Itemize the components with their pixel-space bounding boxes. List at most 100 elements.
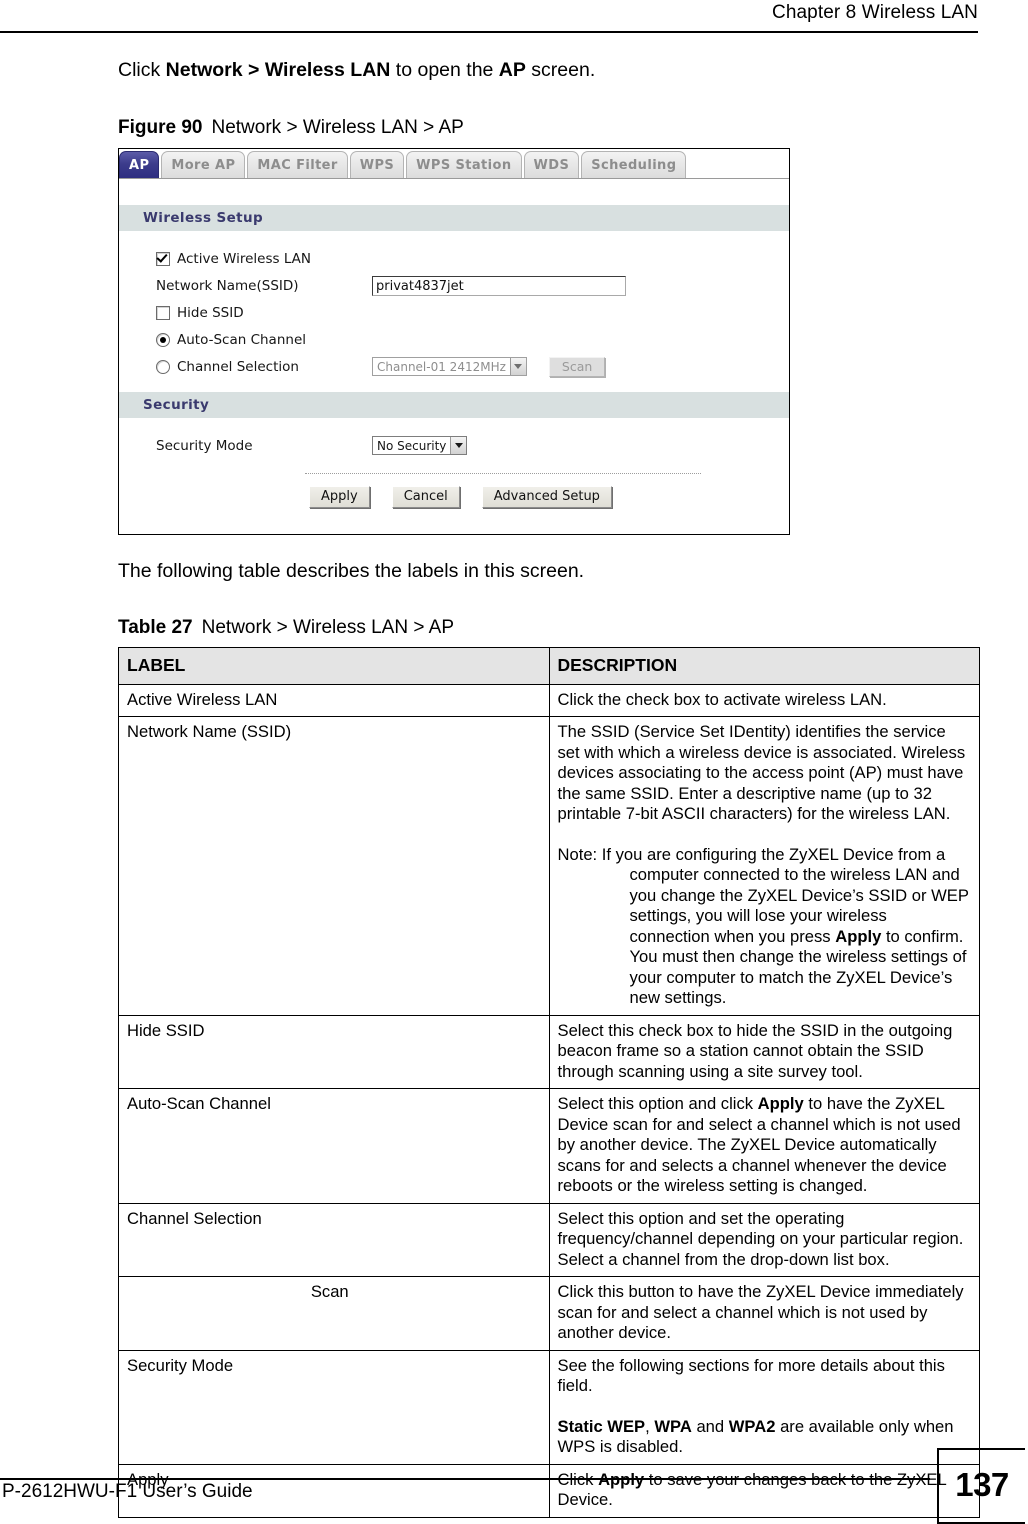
header-divider [0, 31, 978, 33]
ssid-control: privat4837jet [372, 275, 626, 296]
figure-caption: Figure 90 Network > Wireless LAN > AP [118, 117, 980, 139]
bold-wpa: WPA [654, 1416, 692, 1436]
label-description-table: LABEL DESCRIPTION Active Wireless LAN Cl… [118, 647, 980, 1518]
row-description-hide-ssid: Select this check box to hide the SSID i… [548, 1014, 980, 1089]
paragraph: Select this option and set the operating… [557, 1208, 964, 1269]
apply-button[interactable]: Apply [309, 486, 370, 508]
channel-selection-controls: Channel-01 2412MHz Scan [372, 356, 606, 377]
gui-tab-bar: AP More AP MAC Filter WPS WPS Station WD… [119, 149, 789, 179]
paragraph: Select this check box to hide the SSID i… [557, 1020, 953, 1081]
auto-scan-channel-row: Auto-Scan Channel [119, 326, 789, 353]
row-label-channel-selection: Channel Selection [118, 1202, 550, 1277]
table-caption-label: Table 27 [118, 617, 193, 638]
tab-wps-station[interactable]: WPS Station [406, 151, 522, 178]
security-mode-dropdown[interactable]: No Security [372, 436, 468, 455]
table-row: Hide SSID Select this check box to hide … [118, 1014, 980, 1089]
bold-wpa2: WPA2 [728, 1416, 776, 1436]
ssid-label: Network Name(SSID) [156, 277, 299, 294]
intro-paragraph: Click Network > Wireless LAN to open the… [118, 58, 980, 83]
bold-static-wep: Static WEP [557, 1416, 646, 1436]
sep-1: , [645, 1416, 655, 1436]
hide-ssid-field[interactable]: Hide SSID [156, 305, 372, 321]
figure-caption-label: Figure 90 [118, 117, 203, 138]
tab-wps[interactable]: WPS [349, 151, 405, 178]
row-description-scan: Click this button to have the ZyXEL Devi… [548, 1276, 980, 1351]
table-row: Scan Click this button to have the ZyXEL… [118, 1276, 980, 1351]
paragraph: Click the check box to activate wireless… [557, 689, 887, 709]
table-row: Network Name (SSID) The SSID (Service Se… [118, 716, 980, 1016]
table-header-row: LABEL DESCRIPTION [118, 647, 980, 685]
table-caption: Table 27 Network > Wireless LAN > AP [118, 617, 980, 639]
row-label-scan: Scan [118, 1276, 550, 1351]
wireless-setup-section-header: Wireless Setup [119, 205, 789, 231]
active-wireless-lan-field[interactable]: Active Wireless LAN [156, 251, 372, 267]
tab-ap[interactable]: AP [119, 151, 160, 178]
advanced-setup-button[interactable]: Advanced Setup [481, 486, 612, 508]
footer-guide-title: P-2612HWU-F1 User’s Guide [2, 1481, 253, 1502]
row-label-active-wireless-lan: Active Wireless LAN [118, 683, 550, 717]
security-mode-control: No Security [372, 436, 468, 455]
channel-dropdown-value: Channel-01 2412MHz [377, 359, 506, 374]
channel-selection-field[interactable]: Channel Selection [156, 359, 372, 375]
table-row: Auto-Scan Channel Select this option and… [118, 1088, 980, 1204]
sep-2: and [691, 1416, 729, 1436]
gui-button-row: Apply Cancel Advanced Setup [119, 474, 789, 522]
tab-scheduling[interactable]: Scheduling [581, 151, 687, 178]
security-mode-label: Security Mode [156, 437, 253, 454]
router-gui-screenshot: AP More AP MAC Filter WPS WPS Station WD… [118, 148, 790, 535]
hide-ssid-checkbox[interactable] [156, 305, 170, 320]
paragraph: See the following sections for more deta… [557, 1355, 945, 1396]
security-mode-dropdown-value: No Security [377, 438, 447, 453]
bold-apply: Apply [757, 1094, 804, 1113]
row-label-network-name-ssid: Network Name (SSID) [118, 716, 550, 1016]
text-before-bold: Select this option and click [557, 1094, 758, 1113]
page-number-box: 137 [937, 1448, 1025, 1524]
cancel-button[interactable]: Cancel [391, 486, 460, 508]
row-description-security-mode: See the following sections for more deta… [548, 1349, 980, 1465]
intro-screen-name: AP [498, 59, 526, 81]
chevron-down-icon [450, 437, 467, 454]
note-paragraph: Note: If you are configuring the ZyXEL D… [558, 845, 972, 1009]
note-bold-apply: Apply [835, 926, 882, 946]
channel-selection-radio[interactable] [156, 359, 170, 374]
table-caption-text: Network > Wireless LAN > AP [201, 617, 455, 638]
channel-dropdown[interactable]: Channel-01 2412MHz [372, 357, 527, 376]
intro-middle: to open the [390, 59, 499, 81]
chapter-title: Chapter 8 Wireless LAN [772, 2, 978, 23]
paragraph-security-modes: Static WEP, WPA and WPA2 are available o… [558, 1417, 972, 1458]
table-row: Security Mode See the following sections… [118, 1349, 980, 1465]
figure-caption-text: Network > Wireless LAN > AP [211, 117, 464, 138]
row-description-auto-scan-channel: Select this option and click Apply to ha… [548, 1088, 980, 1204]
page-number: 137 [955, 1466, 1009, 1503]
ssid-input[interactable]: privat4837jet [372, 275, 626, 296]
page-content: Click Network > Wireless LAN to open the… [118, 58, 980, 1518]
chevron-down-icon [509, 358, 526, 375]
active-wireless-lan-checkbox[interactable] [156, 251, 170, 266]
row-description-network-name-ssid: The SSID (Service Set IDentity) identifi… [548, 716, 980, 1016]
intro-prefix: Click [118, 59, 166, 81]
table-row: Channel Selection Select this option and… [118, 1202, 980, 1277]
column-header-label: LABEL [118, 647, 550, 685]
row-label-security-mode: Security Mode [118, 1349, 550, 1465]
tab-more-ap[interactable]: More AP [161, 151, 246, 178]
security-section-header: Security [119, 392, 789, 418]
row-description-channel-selection: Select this option and set the operating… [548, 1202, 980, 1277]
channel-selection-label: Channel Selection [177, 358, 299, 375]
scan-button[interactable]: Scan [548, 356, 606, 377]
auto-scan-channel-field[interactable]: Auto-Scan Channel [156, 332, 372, 348]
active-wireless-lan-label: Active Wireless LAN [177, 250, 311, 267]
auto-scan-channel-label: Auto-Scan Channel [177, 331, 307, 348]
ssid-row: Network Name(SSID) privat4837jet [119, 272, 789, 299]
note-prefix: Note: [557, 844, 602, 864]
paragraph: Click this button to have the ZyXEL Devi… [557, 1282, 964, 1342]
table-row: Active Wireless LAN Click the check box … [118, 683, 980, 717]
paragraph: Click Apply to save your changes back to… [558, 1470, 972, 1511]
page-running-head: Chapter 8 Wireless LAN [0, 0, 1028, 32]
tab-mac-filter[interactable]: MAC Filter [247, 151, 348, 178]
tab-wds[interactable]: WDS [523, 151, 580, 178]
hide-ssid-row: Hide SSID [119, 299, 789, 326]
intro-suffix: screen. [525, 59, 596, 81]
footer-divider [0, 1478, 930, 1480]
row-label-auto-scan-channel: Auto-Scan Channel [118, 1088, 550, 1204]
auto-scan-channel-radio[interactable] [156, 332, 170, 347]
